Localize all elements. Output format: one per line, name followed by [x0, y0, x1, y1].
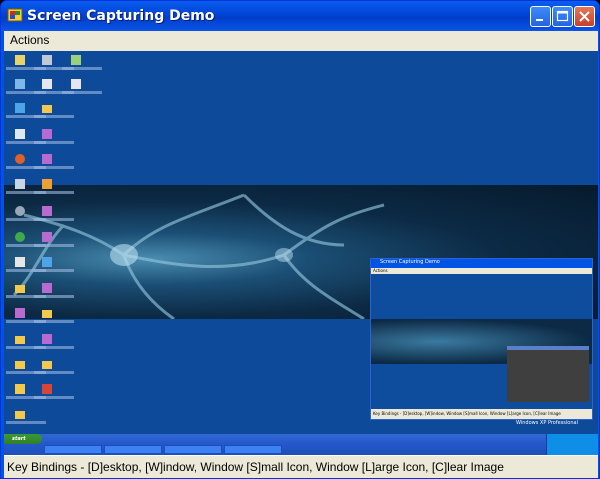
maximize-button[interactable] — [552, 6, 573, 27]
desktop-icon — [15, 285, 25, 293]
desktop-icon — [42, 154, 52, 164]
key-bindings-text: Key Bindings - [D]esktop, [W]indow, Wind… — [7, 460, 504, 474]
desktop-icon — [42, 361, 52, 369]
desktop-icon — [15, 79, 25, 89]
desktop-icon — [15, 232, 25, 242]
desktop-icon — [42, 79, 52, 89]
minimize-button[interactable] — [530, 6, 551, 27]
status-bar: Key Bindings - [D]esktop, [W]indow, Wind… — [4, 455, 598, 478]
title-bar[interactable]: Screen Capturing Demo — [1, 1, 599, 31]
nested-inner-window — [507, 346, 589, 402]
desktop-icon — [15, 179, 25, 189]
maximize-icon — [556, 10, 569, 22]
captured-image: Screen Capturing Demo Actions Key Bindin… — [4, 51, 598, 455]
nested-menu-actions: Actions — [373, 268, 388, 273]
captured-start-button: start — [4, 434, 42, 444]
desktop-icon — [42, 310, 52, 318]
nested-capture-window: Screen Capturing Demo Actions Key Bindin… — [370, 258, 593, 420]
desktop-icon — [42, 179, 52, 189]
desktop-icon — [42, 129, 52, 139]
menu-bar: Actions — [4, 31, 598, 51]
desktop-icon — [71, 79, 81, 89]
desktop-icon — [15, 129, 25, 139]
desktop-icon — [15, 154, 25, 164]
captured-task-button — [44, 445, 102, 454]
desktop-icon — [15, 55, 25, 65]
desktop-icon — [15, 336, 25, 344]
start-label: start — [12, 436, 26, 442]
captured-task-button — [224, 445, 282, 454]
nested-window-title: Screen Capturing Demo — [380, 259, 440, 265]
close-icon — [579, 11, 590, 22]
menu-actions[interactable]: Actions — [10, 33, 49, 47]
captured-taskbar: start — [4, 434, 598, 455]
close-button[interactable] — [574, 6, 595, 27]
desktop-icon — [42, 334, 52, 344]
nested-title-bar: Screen Capturing Demo — [371, 259, 592, 268]
desktop-icon — [15, 103, 25, 113]
captured-task-button — [164, 445, 222, 454]
main-window: Screen Capturing Demo Actions Screen Cap… — [0, 0, 600, 479]
captured-system-tray — [546, 434, 598, 455]
desktop-icon — [15, 206, 25, 216]
nested-status-bar: Key Bindings - [D]esktop, [W]indow, Wind… — [371, 409, 592, 419]
desktop-icon — [42, 105, 52, 113]
os-watermark: Windows XP Professional — [516, 420, 578, 427]
desktop-icon — [15, 257, 25, 267]
minimize-icon — [536, 19, 543, 21]
desktop-icon — [42, 283, 52, 293]
nested-menu-bar: Actions — [371, 268, 592, 274]
desktop-icon — [42, 206, 52, 216]
desktop-icon — [42, 384, 52, 394]
app-icon — [7, 8, 23, 22]
desktop-icon — [71, 55, 81, 65]
desktop-icon — [42, 55, 52, 65]
desktop-icon — [42, 232, 52, 242]
desktop-icon — [15, 361, 25, 369]
window-title: Screen Capturing Demo — [27, 8, 215, 24]
desktop-icon — [15, 411, 25, 419]
desktop-icon — [15, 384, 25, 394]
os-watermark-line1: Windows XP Professional — [516, 420, 578, 426]
desktop-icon — [42, 257, 52, 267]
nested-status-text: Key Bindings - [D]esktop, [W]indow, Wind… — [373, 411, 561, 416]
captured-task-button — [104, 445, 162, 454]
desktop-icon — [15, 308, 25, 318]
